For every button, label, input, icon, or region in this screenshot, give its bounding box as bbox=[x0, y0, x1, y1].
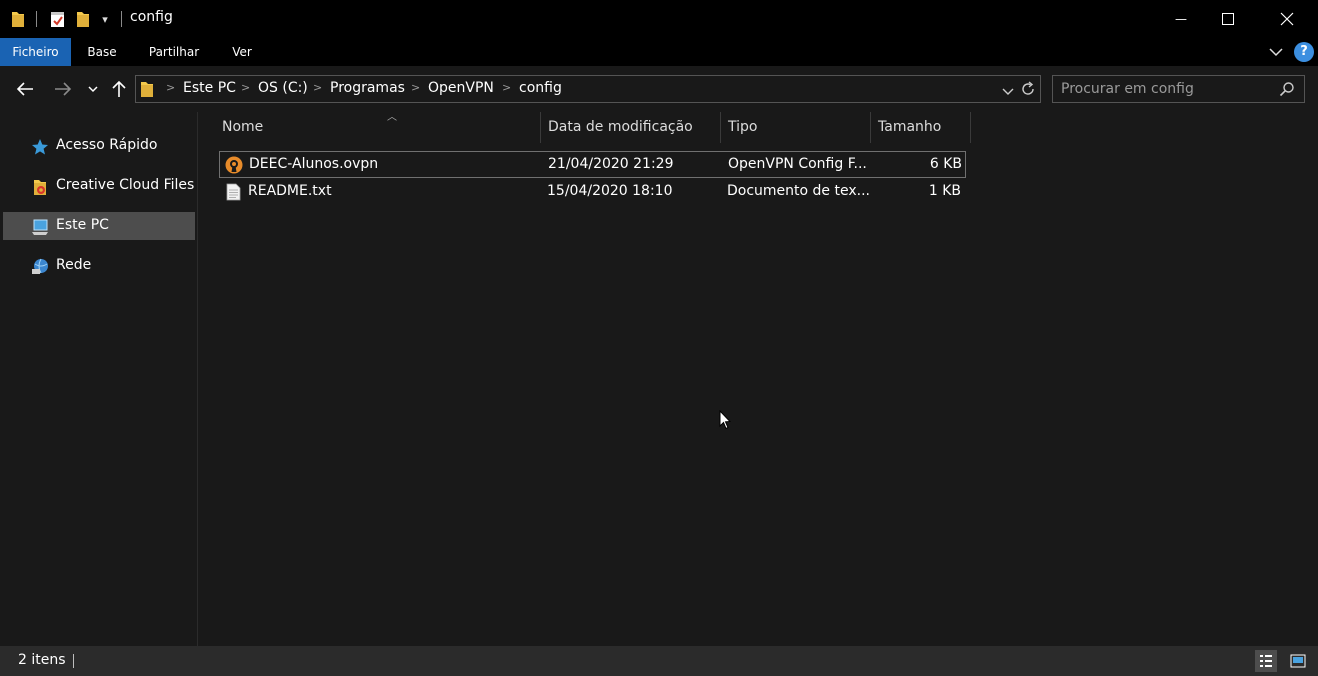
folder-icon bbox=[140, 80, 154, 102]
close-button[interactable] bbox=[1264, 0, 1310, 38]
breadcrumb-chevron-icon[interactable]: > bbox=[411, 81, 420, 94]
large-icons-view-button[interactable] bbox=[1287, 650, 1309, 672]
sidebar-item-label: Creative Cloud Files bbox=[56, 177, 195, 193]
column-header-type[interactable]: Tipo bbox=[721, 112, 871, 143]
back-button[interactable] bbox=[12, 66, 38, 112]
sort-ascending-icon: ︿ bbox=[387, 112, 397, 123]
file-date: 15/04/2020 18:10 bbox=[547, 183, 673, 199]
title-bar: ▾ config — bbox=[0, 0, 1318, 38]
column-header-name[interactable]: Nome ︿ bbox=[215, 112, 541, 143]
breadcrumb-os-c[interactable]: OS (C:) bbox=[258, 80, 308, 96]
refresh-icon[interactable] bbox=[1020, 81, 1036, 101]
creative-cloud-folder-icon bbox=[34, 180, 46, 195]
tab-ficheiro[interactable]: Ficheiro bbox=[0, 38, 71, 66]
column-header-size[interactable]: Tamanho bbox=[871, 112, 971, 143]
up-arrow-icon bbox=[112, 80, 126, 97]
breadcrumb-chevron-icon[interactable]: > bbox=[166, 81, 175, 94]
tab-ver[interactable]: Ver bbox=[222, 38, 262, 66]
column-header-date[interactable]: Data de modificação bbox=[541, 112, 721, 143]
folder-icon bbox=[8, 0, 28, 38]
text-document-icon bbox=[226, 183, 241, 201]
file-date: 21/04/2020 21:29 bbox=[548, 156, 674, 172]
maximize-button[interactable] bbox=[1205, 0, 1251, 38]
forward-arrow-icon bbox=[55, 82, 72, 96]
maximize-icon bbox=[1222, 13, 1234, 25]
minimize-button[interactable]: — bbox=[1158, 0, 1204, 38]
file-size: 1 KB bbox=[928, 183, 961, 199]
file-name: README.txt bbox=[248, 183, 332, 199]
recent-locations-button[interactable] bbox=[85, 66, 101, 112]
toolbar-separator bbox=[36, 11, 37, 27]
search-icon[interactable] bbox=[1279, 81, 1295, 101]
tab-partilhar[interactable]: Partilhar bbox=[140, 38, 208, 66]
file-name: DEEC-Alunos.ovpn bbox=[249, 156, 379, 172]
address-bar[interactable]: > Este PC > OS (C:) > Programas > OpenVP… bbox=[135, 75, 1041, 103]
star-icon bbox=[32, 139, 48, 155]
sidebar-item-creative-cloud-files[interactable]: Creative Cloud Files bbox=[3, 172, 195, 200]
properties-icon[interactable] bbox=[47, 0, 69, 38]
status-separator bbox=[73, 654, 74, 668]
window-title: config bbox=[130, 9, 173, 25]
search-box[interactable] bbox=[1052, 75, 1305, 103]
details-view-icon bbox=[1260, 655, 1272, 667]
breadcrumb-chevron-icon[interactable]: > bbox=[241, 81, 250, 94]
network-icon bbox=[32, 258, 48, 274]
file-size: 6 KB bbox=[929, 156, 962, 172]
breadcrumb-programas[interactable]: Programas bbox=[330, 80, 405, 96]
sidebar-item-este-pc[interactable]: Este PC bbox=[3, 212, 195, 240]
large-icons-view-icon bbox=[1290, 654, 1306, 668]
sidebar-item-rede[interactable]: Rede bbox=[3, 252, 195, 280]
toolbar-separator bbox=[121, 11, 122, 27]
status-bar: 2 itens bbox=[0, 646, 1318, 676]
sidebar-item-label: Rede bbox=[56, 257, 92, 273]
ribbon: Ficheiro Base Partilhar Ver ? bbox=[0, 38, 1318, 66]
sidebar-item-acesso-rapido[interactable]: Acesso Rápido bbox=[3, 132, 195, 160]
file-type: Documento de tex... bbox=[727, 183, 870, 199]
openvpn-icon bbox=[225, 156, 243, 174]
new-folder-icon[interactable] bbox=[73, 0, 93, 38]
quick-access-dropdown-icon[interactable]: ▾ bbox=[97, 0, 113, 38]
details-view-button[interactable] bbox=[1255, 650, 1277, 672]
up-button[interactable] bbox=[108, 66, 130, 112]
chevron-down-icon[interactable] bbox=[1268, 45, 1284, 59]
breadcrumb-config[interactable]: config bbox=[519, 80, 562, 96]
search-input[interactable] bbox=[1061, 79, 1271, 99]
close-icon bbox=[1280, 12, 1294, 26]
mouse-cursor-icon bbox=[719, 409, 732, 434]
breadcrumb-chevron-icon[interactable]: > bbox=[502, 81, 511, 94]
file-type: OpenVPN Config F... bbox=[728, 156, 867, 172]
file-list: Nome ︿ Data de modificação Tipo Tamanho … bbox=[199, 112, 1318, 646]
table-row[interactable]: README.txt 15/04/2020 18:10 Documento de… bbox=[219, 179, 966, 206]
table-row[interactable]: DEEC-Alunos.ovpn 21/04/2020 21:29 OpenVP… bbox=[219, 151, 966, 178]
breadcrumb-openvpn[interactable]: OpenVPN bbox=[428, 80, 494, 96]
computer-icon bbox=[32, 219, 48, 235]
breadcrumb-chevron-icon[interactable]: > bbox=[313, 81, 322, 94]
address-dropdown-icon[interactable] bbox=[1002, 84, 1014, 100]
back-arrow-icon bbox=[16, 82, 33, 96]
item-count: 2 itens bbox=[18, 652, 66, 668]
navigation-pane: Acesso Rápido Creative Cloud Files Este … bbox=[0, 112, 198, 646]
breadcrumb-este-pc[interactable]: Este PC bbox=[183, 80, 236, 96]
tab-base[interactable]: Base bbox=[78, 38, 126, 66]
chevron-down-icon bbox=[88, 86, 98, 93]
sidebar-item-label: Este PC bbox=[56, 217, 109, 233]
navigation-bar: > Este PC > OS (C:) > Programas > OpenVP… bbox=[0, 66, 1318, 112]
help-button[interactable]: ? bbox=[1294, 42, 1314, 62]
sidebar-item-label: Acesso Rápido bbox=[56, 137, 158, 153]
forward-button[interactable] bbox=[50, 66, 76, 112]
